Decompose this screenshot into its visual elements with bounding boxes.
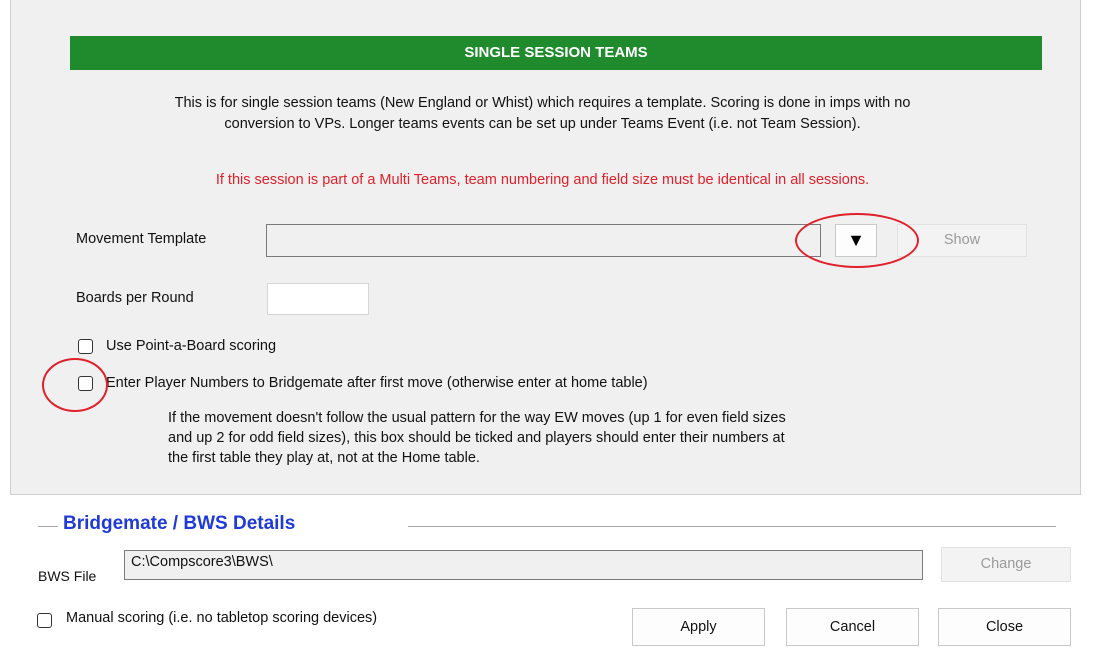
enter-player-numbers-note: If the movement doesn't follow the usual… [168,408,786,468]
movement-template-field[interactable] [266,224,821,257]
note-line-1: If the movement doesn't follow the usual… [168,410,786,426]
section-description: This is for single session teams (New En… [80,93,1005,135]
enter-player-numbers-label: Enter Player Numbers to Bridgemate after… [106,375,648,391]
cancel-button[interactable]: Cancel [786,608,919,646]
bridgemate-group-title: Bridgemate / BWS Details [63,513,296,534]
dropdown-arrow-icon: ▼ [847,230,865,250]
close-button[interactable]: Close [938,608,1071,646]
boards-per-round-input[interactable] [267,283,369,315]
description-line-2: conversion to VPs. Longer teams events c… [224,116,861,132]
note-line-3: the first table they play at, not at the… [168,450,480,466]
group-rule-left [38,526,58,527]
manual-scoring-checkbox[interactable] [37,613,52,628]
bws-file-label: BWS File [38,568,97,584]
group-rule-right [408,526,1056,527]
multi-teams-warning: If this session is part of a Multi Teams… [215,172,870,188]
show-template-button[interactable]: Show [897,224,1027,257]
movement-template-dropdown-button[interactable]: ▼ [835,224,877,257]
change-bws-button[interactable]: Change [941,547,1071,582]
point-a-board-checkbox[interactable] [78,339,93,354]
note-line-2: and up 2 for odd field sizes), this box … [168,430,785,446]
boards-per-round-label: Boards per Round [76,290,194,306]
manual-scoring-label: Manual scoring (i.e. no tabletop scoring… [66,610,378,626]
point-a-board-label: Use Point-a-Board scoring [106,338,277,354]
apply-button[interactable]: Apply [632,608,765,646]
bws-file-field[interactable]: C:\Compscore3\BWS\ [124,550,923,580]
enter-player-numbers-checkbox[interactable] [78,376,93,391]
section-banner: SINGLE SESSION TEAMS [70,36,1042,70]
description-line-1: This is for single session teams (New En… [174,95,911,111]
movement-template-label: Movement Template [76,231,207,247]
